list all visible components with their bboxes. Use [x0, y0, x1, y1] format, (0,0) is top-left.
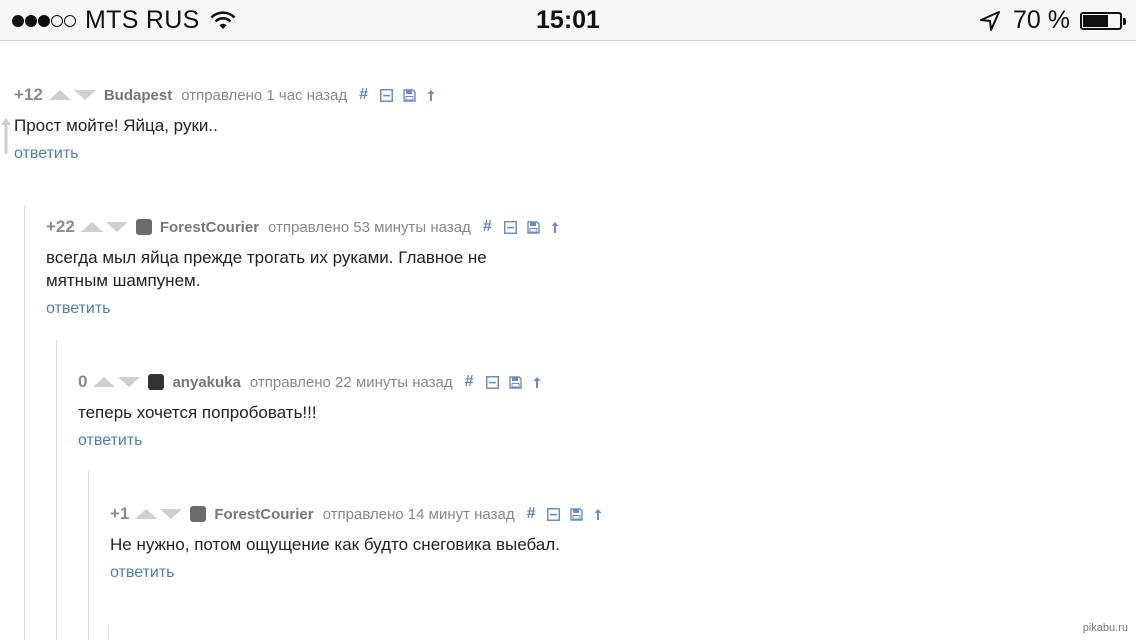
vote-controls: [80, 222, 128, 232]
reply-link[interactable]: ответить: [46, 300, 570, 318]
comment-text: теперь хочется попробовать!!!: [78, 403, 317, 422]
comment: +1 ForestCourier отправлено 14 минут наз…: [110, 503, 810, 582]
comment-meta: +12 Budapest отправлено 1 час назад #: [14, 84, 534, 106]
avatar[interactable]: [148, 374, 165, 390]
collapse-icon[interactable]: [380, 88, 394, 102]
thread-line: [24, 205, 25, 640]
save-icon[interactable]: [527, 220, 540, 234]
signal-dot: [51, 14, 63, 27]
hash-icon[interactable]: #: [483, 218, 492, 236]
arrow-up-icon[interactable]: [593, 508, 603, 521]
watermark: pikabu.ru: [1082, 622, 1128, 634]
vote-controls: [48, 90, 96, 100]
location-arrow-icon: [980, 10, 1001, 31]
signal-dot: [25, 14, 37, 27]
arrow-up-icon[interactable]: [532, 376, 542, 389]
arrow-up-icon[interactable]: [550, 221, 560, 234]
thread-line: [56, 340, 57, 640]
left-arrow-icon: [1, 118, 11, 154]
reply-link[interactable]: ответить: [110, 564, 810, 582]
hash-icon[interactable]: #: [527, 505, 536, 523]
comment-text: Не нужно, потом ощущение как будто снего…: [110, 535, 560, 554]
comment-author[interactable]: Budapest: [104, 87, 172, 104]
signal-dot: [12, 14, 24, 27]
status-right: 70 %: [979, 6, 1126, 35]
downvote-icon[interactable]: [160, 509, 183, 519]
upvote-icon[interactable]: [135, 509, 158, 519]
collapse-icon[interactable]: [503, 220, 517, 234]
upvote-icon[interactable]: [93, 377, 116, 387]
save-icon[interactable]: [403, 88, 416, 102]
hash-icon[interactable]: #: [465, 373, 474, 391]
downvote-icon[interactable]: [118, 377, 141, 387]
vote-controls: [135, 509, 183, 519]
avatar[interactable]: [190, 506, 207, 522]
comment-text: всегда мыл яйца прежде трогать их руками…: [46, 248, 487, 290]
comment-meta: +1 ForestCourier отправлено 14 минут наз…: [110, 503, 810, 525]
comment-author[interactable]: ForestCourier: [160, 219, 259, 236]
comment-meta: 0 anyakuka отправлено 22 минуты назад #: [78, 371, 678, 393]
hash-icon[interactable]: #: [359, 86, 368, 104]
comment: 0 anyakuka отправлено 22 минуты назад # …: [78, 371, 678, 450]
comment-time: отправлено 53 минуты назад: [268, 218, 471, 236]
save-icon[interactable]: [508, 375, 522, 389]
collapse-icon[interactable]: [547, 507, 561, 521]
reply-link[interactable]: ответить: [78, 432, 678, 450]
upvote-icon[interactable]: [48, 90, 71, 100]
comment-time: отправлено 14 минут назад: [322, 505, 515, 523]
signal-dot: [64, 14, 76, 27]
reply-link[interactable]: ответить: [14, 145, 534, 163]
comment: +12 Budapest отправлено 1 час назад # Пр…: [14, 84, 534, 163]
signal-dot: [38, 14, 50, 27]
comment-score: 0: [78, 372, 88, 391]
downvote-icon[interactable]: [73, 90, 96, 100]
comment-score: +1: [110, 504, 130, 523]
downvote-icon[interactable]: [105, 222, 128, 232]
status-bar: MTS RUS 15:01 70 %: [0, 0, 1136, 41]
collapse-icon[interactable]: [485, 375, 499, 389]
comment-author[interactable]: ForestCourier: [214, 506, 313, 523]
comment-meta: +22 ForestCourier отправлено 53 минуты н…: [46, 216, 570, 238]
comment-score: +12: [14, 85, 43, 104]
comment-time: отправлено 22 минуты назад: [249, 373, 453, 391]
comment: +22 ForestCourier отправлено 53 минуты н…: [46, 216, 570, 318]
thread-line: [88, 470, 89, 640]
thread-line: [108, 625, 109, 640]
carrier-name: MTS RUS: [85, 6, 200, 34]
battery-percent: 70 %: [1013, 6, 1070, 34]
arrow-up-icon[interactable]: [426, 89, 436, 102]
battery-fill: [1083, 14, 1108, 27]
battery-nub: [1123, 17, 1126, 25]
save-icon[interactable]: [570, 507, 584, 521]
comment-time: отправлено 1 час назад: [181, 86, 348, 104]
wifi-icon: [210, 10, 236, 29]
upvote-icon[interactable]: [80, 222, 103, 232]
avatar[interactable]: [135, 219, 152, 235]
battery-icon: [1080, 11, 1126, 30]
comment-score: +22: [46, 217, 75, 236]
vote-controls: [93, 377, 141, 387]
signal-carrier: MTS RUS: [12, 6, 236, 35]
comment-text: Прост мойте! Яйца, руки..: [14, 116, 218, 135]
comment-author[interactable]: anyakuka: [172, 374, 240, 391]
